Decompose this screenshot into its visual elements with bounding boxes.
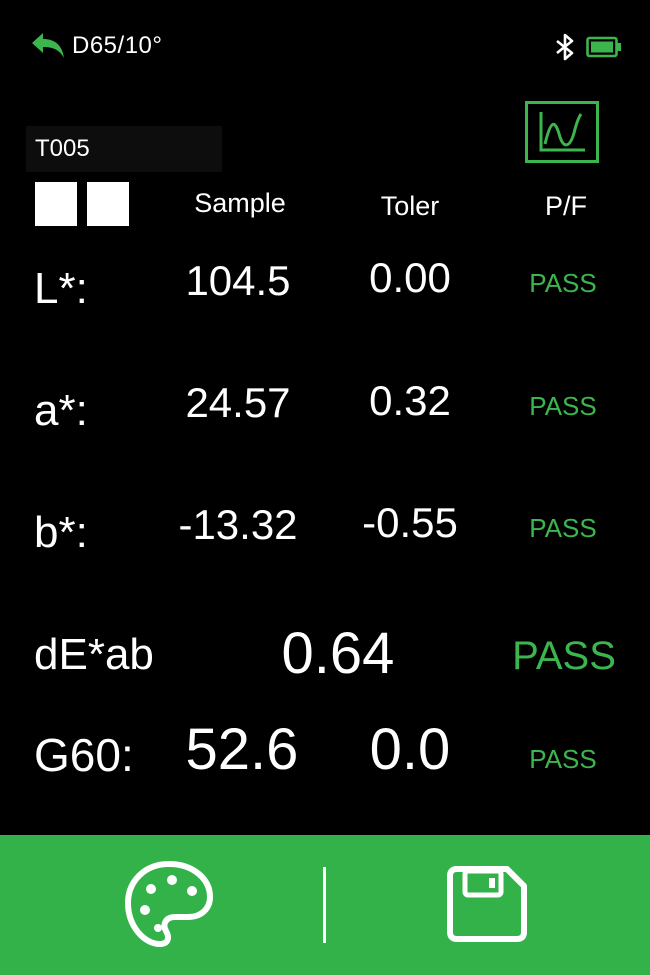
- standard-color-swatch: [87, 182, 129, 226]
- sample-name[interactable]: T005: [26, 126, 222, 172]
- sample-value-a: 24.57: [185, 379, 291, 426]
- gloss-sample-value: 52.6: [185, 717, 299, 782]
- battery-icon: [586, 36, 621, 58]
- column-header-tolerance: Toler: [380, 191, 440, 221]
- sample-color-swatch: [35, 182, 77, 226]
- tolerance-value-l: 0.00: [369, 254, 451, 301]
- result-b: PASS: [529, 513, 597, 543]
- back-arrow-icon[interactable]: [30, 32, 66, 60]
- palette-icon[interactable]: [122, 858, 216, 950]
- bluetooth-icon: [556, 33, 574, 61]
- spectral-curve-button[interactable]: [525, 101, 599, 163]
- sample-value-b: -13.32: [178, 501, 298, 548]
- row-label-a: a*:: [34, 386, 88, 435]
- result-a: PASS: [529, 391, 597, 421]
- gloss-tolerance-value: 0.0: [369, 717, 451, 782]
- row-label-l: L*:: [34, 264, 88, 313]
- result-l: PASS: [529, 268, 597, 298]
- column-header-sample: Sample: [194, 188, 286, 218]
- tolerance-value-b: -0.55: [362, 499, 458, 546]
- tolerance-value-a: 0.32: [369, 377, 451, 424]
- delta-e-result: PASS: [512, 634, 616, 678]
- gloss-label: G60:: [34, 729, 134, 781]
- column-header-pass-fail: P/F: [544, 191, 587, 221]
- illuminant-observer: D65/10°: [72, 32, 163, 59]
- delta-e-label: dE*ab: [34, 630, 154, 679]
- save-icon[interactable]: [447, 866, 527, 942]
- sample-value-l: 104.5: [185, 257, 291, 304]
- row-label-b: b*:: [34, 508, 88, 557]
- delta-e-value: 0.64: [281, 621, 395, 686]
- bottom-bar-divider: [323, 867, 326, 943]
- gloss-result: PASS: [529, 744, 597, 774]
